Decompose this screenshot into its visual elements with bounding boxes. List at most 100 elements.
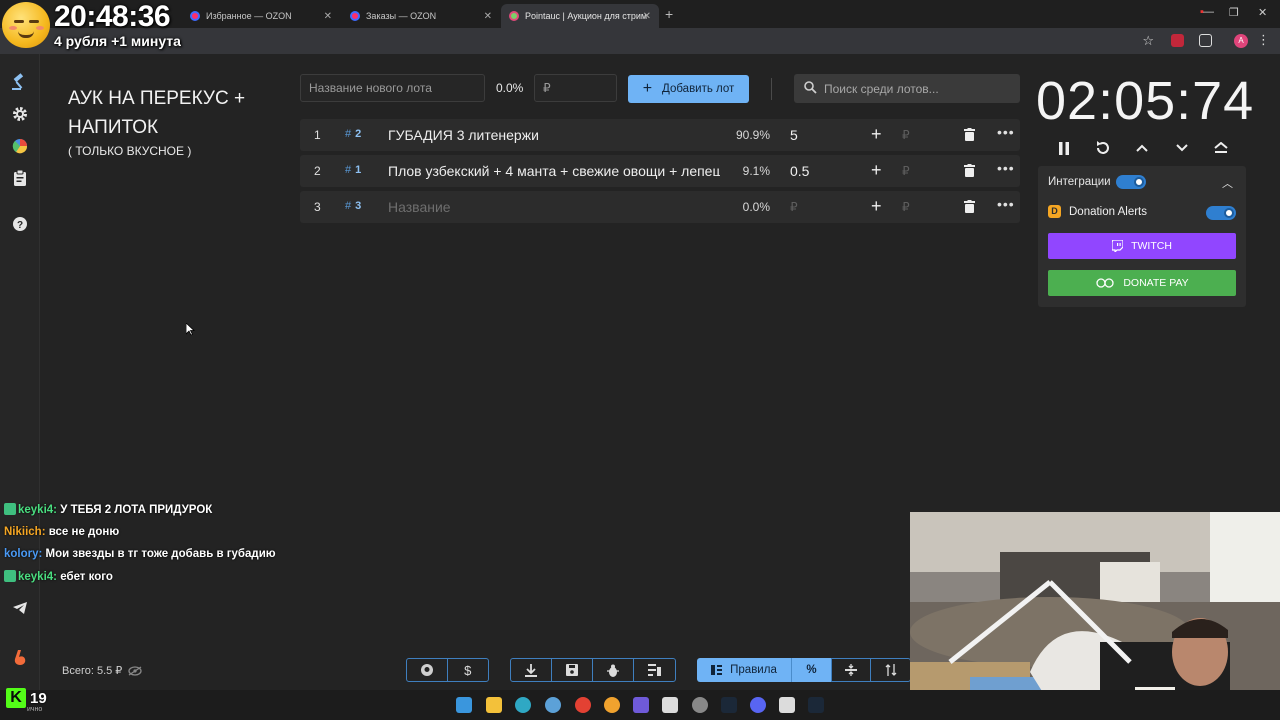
- save-button[interactable]: [552, 659, 593, 681]
- donate-button[interactable]: $: [448, 659, 489, 681]
- lot-row: 3 #3 Название 0.0% ₽ + ₽ •••: [300, 191, 1020, 223]
- maximize-button[interactable]: ❐: [1229, 6, 1239, 19]
- clear-lots-button[interactable]: [634, 659, 675, 681]
- add-amount-input[interactable]: ₽: [902, 164, 910, 178]
- download-button[interactable]: [511, 659, 552, 681]
- lot-percent: 0.0%: [742, 200, 770, 214]
- add-amount-input[interactable]: ₽: [902, 128, 910, 142]
- start-menu-icon[interactable]: [456, 697, 472, 713]
- minimize-button[interactable]: —: [1203, 6, 1214, 18]
- chevron-up-icon[interactable]: [1132, 138, 1152, 158]
- new-lot-percent: 0.0%: [496, 81, 524, 95]
- delete-lot-icon[interactable]: [964, 128, 975, 146]
- sort-button[interactable]: [871, 659, 910, 681]
- sidebar: ?: [0, 54, 40, 690]
- add-amount-input[interactable]: ₽: [902, 200, 910, 214]
- telegram-taskbar-icon[interactable]: [545, 697, 561, 713]
- steam-icon[interactable]: [808, 697, 824, 713]
- reset-timer-icon[interactable]: [1093, 138, 1113, 158]
- chat-message: kolory: Мои звезды в тг тоже добавь в гу…: [4, 548, 276, 560]
- rules-button[interactable]: Правила: [697, 664, 791, 676]
- app-icon[interactable]: [692, 697, 708, 713]
- help-icon[interactable]: ?: [10, 214, 30, 234]
- bug-icon: [607, 664, 619, 677]
- auction-gavel-icon[interactable]: [10, 72, 30, 92]
- donation-alerts-row: D Donation Alerts: [1048, 205, 1147, 218]
- search-icon: [804, 81, 817, 97]
- steam-icon[interactable]: [721, 697, 737, 713]
- wheel-pie-icon[interactable]: [10, 136, 30, 156]
- emoji-mouth: [18, 31, 34, 38]
- add-lot-button[interactable]: + Добавить лот: [628, 75, 749, 103]
- tab-ozon-favorites[interactable]: Избранное — OZON ✕: [182, 4, 340, 28]
- links-button-group: $: [406, 658, 489, 682]
- github-button[interactable]: [407, 659, 448, 681]
- github-icon: [420, 664, 433, 676]
- ozon-favicon-icon: [190, 11, 200, 21]
- file-button-group: [510, 658, 676, 682]
- edge-icon[interactable]: [515, 697, 531, 713]
- donation-alerts-icon: D: [1048, 205, 1061, 218]
- close-tab-icon[interactable]: ✕: [484, 11, 492, 22]
- extension-icon[interactable]: [1171, 34, 1184, 47]
- lot-more-icon[interactable]: •••: [997, 160, 1015, 176]
- chevron-down-icon[interactable]: [1172, 138, 1192, 158]
- lot-name-placeholder[interactable]: Название: [388, 199, 723, 215]
- tab-pointauc[interactable]: Pointauc | Аукцион для стриме ✕: [501, 4, 659, 28]
- donation-alerts-toggle[interactable]: [1206, 206, 1236, 220]
- lot-more-icon[interactable]: •••: [997, 196, 1015, 212]
- new-lot-amount-input[interactable]: ₽: [534, 74, 617, 102]
- stats-app-icon[interactable]: [633, 697, 649, 713]
- add-amount-icon[interactable]: +: [871, 124, 882, 145]
- donatepay-button[interactable]: DONATE PAY: [1048, 270, 1236, 296]
- compact-view-button[interactable]: [832, 659, 872, 681]
- lot-amount[interactable]: 0.5: [790, 163, 809, 179]
- delete-lot-icon[interactable]: [964, 164, 975, 182]
- new-tab-button[interactable]: +: [665, 6, 673, 22]
- calculator-icon[interactable]: [779, 697, 795, 713]
- extensions-puzzle-icon[interactable]: [1199, 34, 1212, 47]
- boosty-icon[interactable]: [10, 648, 30, 668]
- tab-ozon-orders[interactable]: Заказы — OZON ✕: [342, 4, 500, 28]
- double-chevron-up-icon[interactable]: [1211, 138, 1231, 158]
- overlay-clock: 20:48:36: [54, 0, 171, 33]
- close-tab-icon[interactable]: ✕: [643, 11, 651, 22]
- pause-icon[interactable]: [1054, 138, 1074, 158]
- bookmark-star-icon[interactable]: ☆: [1142, 33, 1154, 49]
- kick-viewers: K 19: [6, 688, 47, 708]
- browser-menu-icon[interactable]: ⋮: [1257, 32, 1270, 48]
- percent-toggle-button[interactable]: %: [791, 658, 831, 682]
- new-lot-name-input[interactable]: Название нового лота: [300, 74, 485, 102]
- add-amount-icon[interactable]: +: [871, 196, 882, 217]
- telegram-icon[interactable]: [10, 598, 30, 618]
- lot-name[interactable]: Плов узбекский + 4 манта + свежие овощи …: [388, 163, 720, 179]
- profile-avatar[interactable]: A: [1234, 34, 1248, 48]
- app-icon[interactable]: [604, 697, 620, 713]
- lot-id: #3: [345, 200, 361, 212]
- hide-eye-icon[interactable]: [128, 665, 142, 676]
- close-tab-icon[interactable]: ✕: [324, 11, 332, 22]
- file-explorer-icon[interactable]: [486, 697, 502, 713]
- app-icon[interactable]: [662, 697, 678, 713]
- toolbar-divider: [771, 78, 772, 100]
- close-window-button[interactable]: ✕: [1258, 6, 1267, 19]
- lot-more-icon[interactable]: •••: [997, 124, 1015, 140]
- lot-name[interactable]: ГУБАДИЯ 3 литенержи: [388, 127, 723, 143]
- collapse-chevron-icon[interactable]: ︿: [1222, 175, 1233, 191]
- bug-report-button[interactable]: [593, 659, 634, 681]
- lot-search-input[interactable]: Поиск среди лотов...: [794, 74, 1020, 103]
- toggle-knob: [1224, 208, 1234, 218]
- lot-number: 3: [314, 200, 321, 214]
- lot-amount[interactable]: 5: [790, 127, 798, 143]
- settings-gear-icon[interactable]: [10, 104, 30, 124]
- lot-amount-placeholder[interactable]: ₽: [790, 200, 798, 214]
- add-amount-icon[interactable]: +: [871, 160, 882, 181]
- history-clipboard-icon[interactable]: [10, 168, 30, 188]
- auction-subtitle: ( ТОЛЬКО ВКУСНОЕ ): [68, 144, 192, 158]
- delete-lot-icon[interactable]: [964, 200, 975, 218]
- twitch-button[interactable]: TWITCH: [1048, 233, 1236, 259]
- chrome-icon[interactable]: [575, 697, 591, 713]
- discord-icon[interactable]: [750, 697, 766, 713]
- integrations-toggle[interactable]: [1116, 175, 1146, 189]
- browser-tab-bar: Избранное — OZON ✕ Заказы — OZON ✕ Point…: [0, 0, 1280, 28]
